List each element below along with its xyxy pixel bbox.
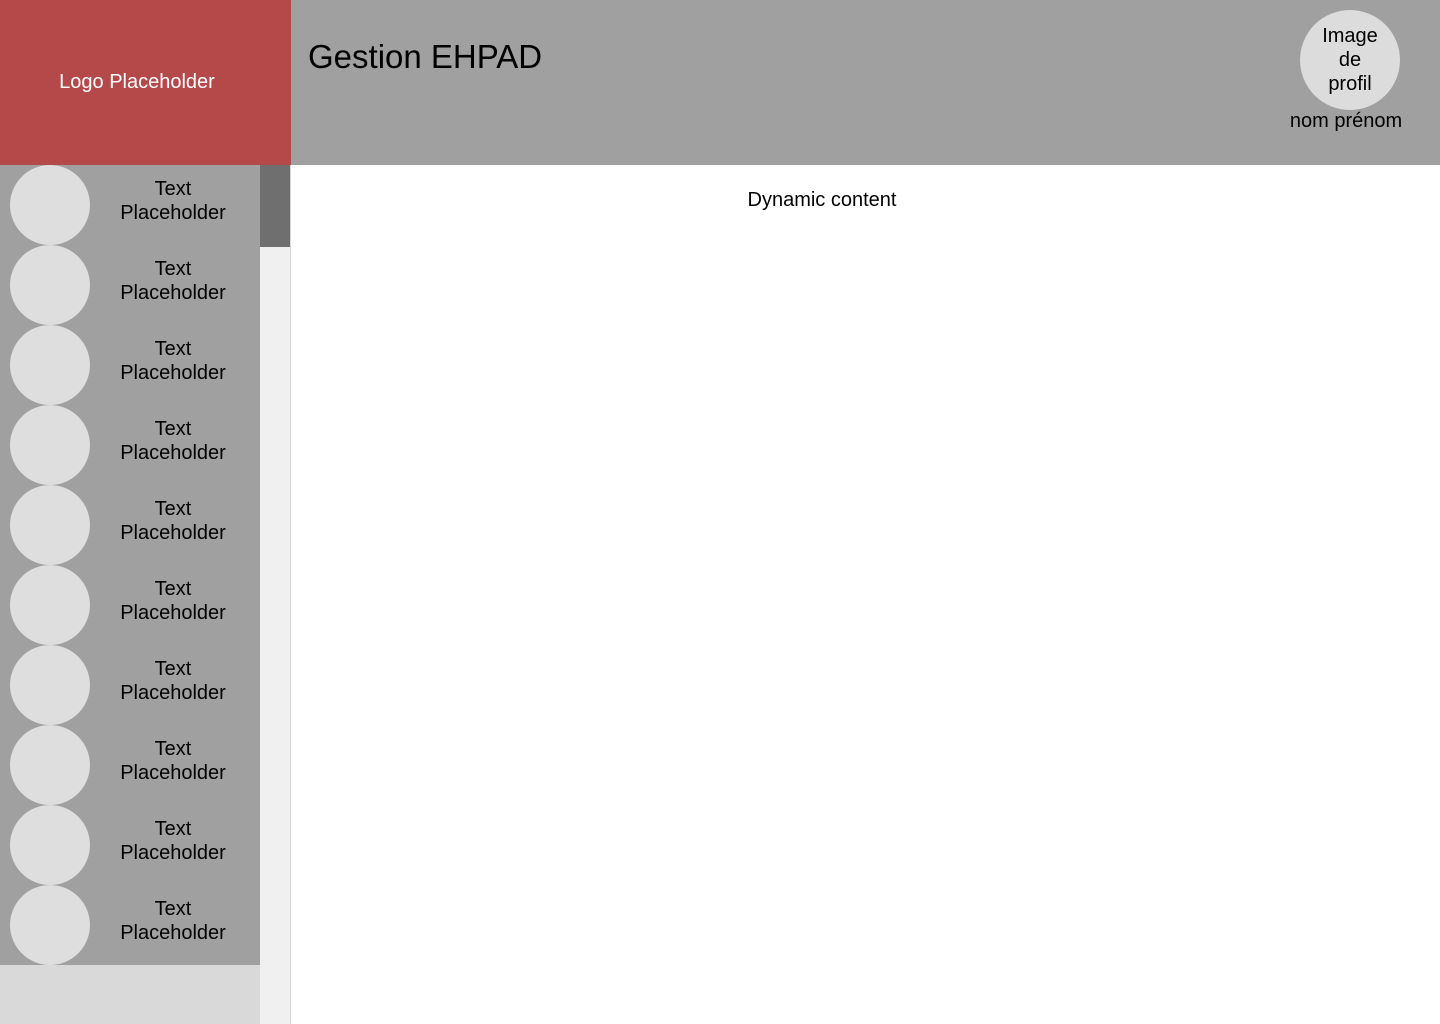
sidebar-item-label: Text Placeholder	[120, 418, 226, 464]
sidebar-scrollbar[interactable]	[260, 165, 291, 1024]
sidebar: Text Placeholder Text Placeholder Text P…	[0, 165, 260, 1024]
placeholder-circle-icon	[10, 165, 90, 245]
sidebar-item-7[interactable]: Text Placeholder	[0, 645, 260, 725]
placeholder-circle-icon	[10, 245, 90, 325]
page-title: Gestion EHPAD	[308, 38, 543, 75]
sidebar-item-label: Text Placeholder	[120, 738, 226, 784]
header-bar: Gestion EHPAD Image de profil nom prénom	[291, 0, 1440, 165]
sidebar-list: Text Placeholder Text Placeholder Text P…	[0, 165, 260, 965]
sidebar-item-label: Text Placeholder	[120, 338, 226, 384]
logo-text: Logo Placeholder	[59, 71, 215, 93]
logo: Logo Placeholder	[0, 0, 291, 165]
sidebar-item-1[interactable]: Text Placeholder	[0, 165, 260, 245]
sidebar-item-5[interactable]: Text Placeholder	[0, 485, 260, 565]
sidebar-item-label: Text Placeholder	[120, 658, 226, 704]
sidebar-item-label: Text Placeholder	[120, 498, 226, 544]
sidebar-item-label: Text Placeholder	[120, 258, 226, 304]
sidebar-item-4[interactable]: Text Placeholder	[0, 405, 260, 485]
dynamic-content: Dynamic content	[747, 189, 897, 211]
placeholder-circle-icon	[10, 325, 90, 405]
placeholder-circle-icon	[10, 885, 90, 965]
sidebar-item-label: Text Placeholder	[120, 818, 226, 864]
placeholder-circle-icon	[10, 645, 90, 725]
sidebar-item-8[interactable]: Text Placeholder	[0, 725, 260, 805]
sidebar-item-10[interactable]: Text Placeholder	[0, 885, 260, 965]
sidebar-item-label: Text Placeholder	[120, 898, 226, 944]
sidebar-item-3[interactable]: Text Placeholder	[0, 325, 260, 405]
sidebar-item-label: Text Placeholder	[120, 178, 226, 224]
sidebar-item-6[interactable]: Text Placeholder	[0, 565, 260, 645]
placeholder-circle-icon	[10, 725, 90, 805]
scrollbar-thumb[interactable]	[260, 165, 290, 247]
placeholder-circle-icon	[10, 405, 90, 485]
profile-name[interactable]: nom prénom	[1286, 109, 1406, 133]
placeholder-circle-icon	[10, 805, 90, 885]
sidebar-item-2[interactable]: Text Placeholder	[0, 245, 260, 325]
placeholder-circle-icon	[10, 485, 90, 565]
sidebar-item-9[interactable]: Text Placeholder	[0, 805, 260, 885]
profile-image-text: Image de profil	[1322, 25, 1378, 95]
placeholder-circle-icon	[10, 565, 90, 645]
main-content: Dynamic content	[291, 165, 1440, 1024]
profile-avatar[interactable]: Image de profil	[1300, 10, 1400, 110]
sidebar-item-label: Text Placeholder	[120, 578, 226, 624]
